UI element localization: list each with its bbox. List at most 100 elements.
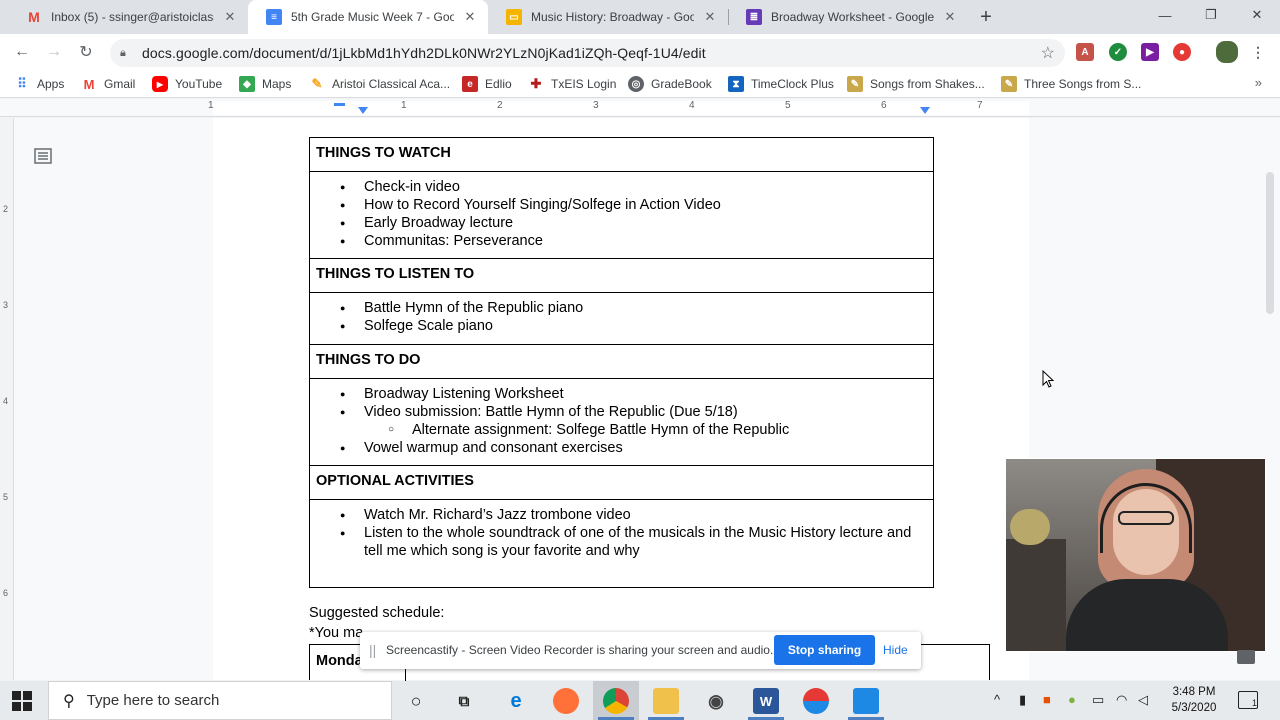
bookmark-maps[interactable]: ◆ Maps — [239, 75, 291, 93]
list-item: Solfege Scale piano — [310, 317, 933, 335]
bookmark-apps[interactable]: ⠿ Apps — [14, 75, 64, 93]
wifi-icon[interactable]: ◠ — [1116, 692, 1127, 708]
texas-icon: ✚ — [530, 76, 542, 91]
close-icon[interactable]: ✕ — [222, 9, 238, 25]
bookmarks-overflow-button[interactable]: » — [1255, 75, 1262, 90]
tab-title: Broadway Worksheet - Google Forms — [771, 10, 934, 24]
section-optional-activities: OPTIONAL ACTIVITIES Watch Mr. Richard’s … — [310, 465, 933, 587]
list-item: Communitas: Perseverance — [310, 232, 933, 250]
vertical-ruler: 2 3 4 5 6 — [0, 118, 14, 680]
globe-icon: ◎ — [628, 76, 644, 92]
google-forms-icon: ≣ — [746, 9, 762, 25]
bookmark-txeis[interactable]: ✚ TxEIS Login — [528, 75, 617, 93]
camera-icon[interactable]: ◉ — [703, 688, 729, 714]
pdf-extension-icon[interactable]: A — [1076, 43, 1094, 61]
drag-handle-icon[interactable]: || — [369, 642, 376, 658]
bookmark-star-icon[interactable]: ☆ — [1041, 43, 1055, 63]
ruler-number: 6 — [3, 588, 9, 598]
url-text: docs.google.com/document/d/1jLkbMd1hYdh2… — [142, 45, 706, 61]
first-line-indent-marker[interactable] — [334, 103, 345, 106]
minimize-button[interactable]: — — [1150, 4, 1180, 26]
document-outline-icon[interactable] — [34, 148, 52, 164]
volume-icon[interactable]: ◁ — [1138, 692, 1148, 708]
app-icon[interactable] — [803, 688, 829, 714]
edge-icon[interactable]: e — [503, 688, 529, 714]
show-hidden-icons-icon[interactable]: ^ — [994, 692, 1000, 707]
word-icon[interactable]: W — [753, 688, 779, 714]
usb-icon[interactable]: ▮ — [1019, 692, 1026, 708]
ruler-number: 5 — [3, 492, 9, 502]
tray-app-green-icon[interactable]: ● — [1068, 692, 1076, 707]
bookmark-label: YouTube — [175, 77, 223, 91]
close-icon[interactable]: ✕ — [702, 9, 718, 25]
menu-icon[interactable]: ⋮ — [1249, 43, 1267, 61]
video-extension-icon[interactable]: ▶ — [1141, 43, 1159, 61]
bookmark-label: Maps — [262, 77, 292, 91]
task-view-icon[interactable]: ⧉ — [451, 688, 477, 714]
file-explorer-icon[interactable] — [653, 688, 679, 714]
restore-button[interactable]: ❐ — [1196, 4, 1226, 26]
section-heading: THINGS TO WATCH — [316, 145, 451, 161]
stop-sharing-button[interactable]: Stop sharing — [774, 635, 875, 665]
webcam-overlay[interactable] — [1005, 458, 1266, 652]
taskbar-search-box[interactable]: ⚲ Type here to search — [48, 681, 392, 720]
maps-icon: ◆ — [239, 76, 255, 92]
cortana-icon[interactable]: ○ — [403, 688, 429, 714]
section-heading: THINGS TO LISTEN TO — [316, 266, 475, 282]
bookmark-timeclock[interactable]: ⧗ TimeClock Plus — [728, 75, 834, 93]
check-extension-icon[interactable]: ✓ — [1109, 43, 1127, 61]
address-bar[interactable]: 🔒︎ docs.google.com/document/d/1jLkbMd1hY… — [110, 39, 1065, 67]
system-clock[interactable]: 3:48 PM 5/3/2020 — [1160, 684, 1228, 716]
notification-center-icon[interactable]: 1 — [1238, 691, 1258, 709]
tray-app-icon[interactable]: ■ — [1043, 692, 1051, 707]
bookmark-edlio[interactable]: e Edlio — [462, 75, 512, 93]
tab-gmail-inbox[interactable]: M Inbox (5) - ssinger@aristoiclassical..… — [8, 0, 248, 34]
bookmark-label: TimeClock Plus — [751, 77, 834, 91]
tab-music-history[interactable]: ▭ Music History: Broadway - Google... ✕ — [488, 0, 728, 34]
forward-button[interactable]: → — [43, 41, 65, 63]
close-icon[interactable]: ✕ — [462, 9, 478, 25]
hide-button[interactable]: Hide — [883, 643, 908, 657]
vertical-scrollbar[interactable] — [1266, 172, 1274, 314]
tab-music-week-7[interactable]: ≡ 5th Grade Music Week 7 - Google... ✕ — [248, 0, 488, 34]
tab-broadway-worksheet[interactable]: ≣ Broadway Worksheet - Google Forms ✕ — [728, 0, 968, 34]
photos-icon[interactable] — [853, 688, 879, 714]
right-indent-marker[interactable] — [920, 107, 930, 114]
battery-icon[interactable]: ▭ — [1092, 692, 1104, 708]
list-item: Listen to the whole soundtrack of one of… — [310, 524, 933, 560]
close-window-button[interactable]: ✕ — [1242, 4, 1272, 26]
bookmark-aristoi[interactable]: ✎ Aristoi Classical Aca... — [309, 75, 451, 93]
bookmarks-bar: ⠿ Apps M Gmail ▶ YouTube ◆ Maps ✎ Aristo… — [0, 70, 1280, 98]
gmail-icon: M — [83, 76, 95, 92]
tab-strip: M Inbox (5) - ssinger@aristoiclassical..… — [0, 0, 1280, 34]
close-icon[interactable]: ✕ — [942, 9, 958, 25]
search-placeholder: Type here to search — [86, 692, 220, 709]
bookmark-three-songs[interactable]: ✎ Three Songs from S... — [1001, 75, 1141, 93]
apps-grid-icon: ⠿ — [17, 76, 27, 91]
edlio-icon: e — [462, 76, 478, 92]
schedule-heading: Suggested schedule: — [309, 605, 445, 621]
avatar[interactable] — [1216, 41, 1238, 63]
reload-button[interactable]: ↻ — [75, 41, 97, 63]
bookmark-songs-shakespeare[interactable]: ✎ Songs from Shakes... — [847, 75, 985, 93]
bookmark-label: Songs from Shakes... — [870, 77, 985, 91]
chat-icon[interactable] — [1237, 650, 1255, 664]
back-button[interactable]: ← — [11, 41, 33, 63]
notification-count: 1 — [1251, 698, 1257, 708]
bookmark-youtube[interactable]: ▶ YouTube — [152, 75, 222, 93]
bookmark-gmail[interactable]: M Gmail — [81, 75, 136, 93]
list-item: Video submission: Battle Hymn of the Rep… — [310, 403, 933, 421]
background-books — [1006, 539, 1066, 651]
list-item: Broadway Listening Worksheet — [310, 385, 933, 403]
new-tab-button[interactable]: + — [975, 6, 997, 28]
left-indent-marker[interactable] — [358, 107, 368, 114]
firefox-icon[interactable] — [553, 688, 579, 714]
timeclock-icon: ⧗ — [728, 76, 744, 92]
chrome-icon[interactable] — [603, 688, 629, 714]
windows-start-icon[interactable] — [10, 689, 34, 713]
screencastify-extension-icon[interactable]: ● — [1173, 43, 1191, 61]
section-things-to-watch: THINGS TO WATCH Check-in video How to Re… — [310, 138, 933, 258]
globe-decor — [1010, 509, 1050, 545]
assignments-table: THINGS TO WATCH Check-in video How to Re… — [309, 137, 934, 588]
bookmark-gradebook[interactable]: ◎ GradeBook — [628, 75, 712, 93]
